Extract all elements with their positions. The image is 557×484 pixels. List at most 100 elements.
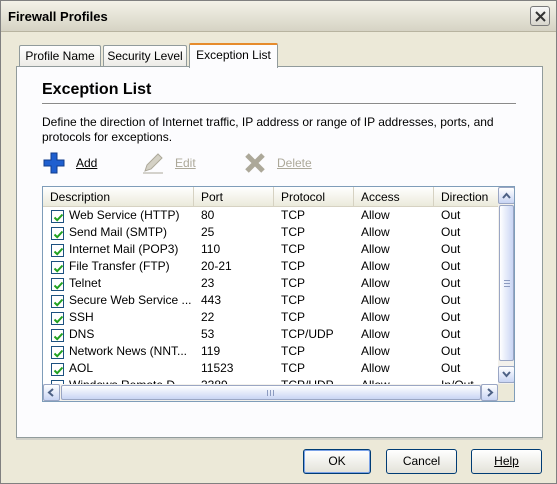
cell-direction: Out [441, 242, 461, 256]
checkmark-icon [53, 366, 64, 375]
cell-access: Allow [361, 242, 390, 256]
cell-protocol: TCP [281, 293, 305, 307]
row-checkbox[interactable] [51, 227, 64, 240]
cell-direction: Out [441, 310, 461, 324]
row-checkbox[interactable] [51, 312, 64, 325]
pencil-icon [141, 151, 165, 175]
checkmark-icon [53, 264, 64, 273]
cell-access: Allow [361, 225, 390, 239]
cell-port: 20-21 [201, 259, 232, 273]
tab-profile-name[interactable]: Profile Name [19, 45, 101, 67]
scroll-down-button[interactable] [498, 366, 514, 383]
cancel-button[interactable]: Cancel [386, 449, 457, 474]
cell-port: 11523 [201, 361, 234, 375]
table-row[interactable]: Network News (NNT... 119 TCP Allow Out [43, 343, 498, 360]
firewall-profiles-dialog: Firewall Profiles Profile Name Security … [0, 0, 557, 484]
table-row[interactable]: AOL 11523 TCP Allow Out [43, 360, 498, 377]
cell-port: 110 [201, 242, 221, 256]
help-button[interactable]: Help [471, 449, 542, 474]
table-header: Description Port Protocol Access Directi… [43, 187, 504, 207]
table-row[interactable]: Telnet 23 TCP Allow Out [43, 275, 498, 292]
tab-exception-list[interactable]: Exception List [189, 43, 278, 68]
cell-direction: Out [441, 259, 461, 273]
add-label: Add [76, 156, 98, 170]
cell-access: Allow [361, 276, 390, 290]
cell-protocol: TCP/UDP [281, 327, 334, 341]
ok-button[interactable]: OK [303, 449, 371, 474]
horizontal-scroll-thumb[interactable] [61, 385, 481, 400]
chevron-up-icon [502, 192, 511, 199]
cell-description: SSH [69, 310, 94, 324]
chevron-right-icon [487, 388, 494, 397]
column-header-direction[interactable]: Direction [434, 187, 504, 207]
cell-access: Allow [361, 327, 390, 341]
tab-label: Security Level [107, 49, 183, 63]
checkmark-icon [53, 213, 64, 222]
scrollbar-corner [498, 384, 514, 401]
exception-list-table[interactable]: Description Port Protocol Access Directi… [42, 186, 515, 402]
checkmark-icon [53, 281, 64, 290]
panel-divider [16, 438, 543, 440]
cell-protocol: TCP [281, 259, 305, 273]
checkmark-icon [53, 247, 64, 256]
table-row[interactable]: Secure Web Service ... 443 TCP Allow Out [43, 292, 498, 309]
close-button[interactable] [530, 6, 550, 26]
cell-port: 443 [201, 293, 222, 307]
table-row[interactable]: DNS 53 TCP/UDP Allow Out [43, 326, 498, 343]
row-checkbox[interactable] [51, 363, 64, 376]
tab-security-level[interactable]: Security Level [103, 45, 187, 67]
cell-direction: Out [441, 276, 461, 290]
scroll-right-button[interactable] [481, 384, 498, 401]
cell-access: Allow [361, 259, 390, 273]
cell-description: Web Service (HTTP) [69, 208, 180, 222]
row-checkbox[interactable] [51, 278, 64, 291]
table-row[interactable]: Send Mail (SMTP) 25 TCP Allow Out [43, 224, 498, 241]
cell-protocol: TCP [281, 242, 305, 256]
close-icon [535, 11, 546, 22]
column-header-access[interactable]: Access [354, 187, 434, 207]
horizontal-scrollbar[interactable] [43, 384, 498, 401]
vertical-scroll-thumb[interactable] [499, 205, 514, 361]
delete-x-icon [243, 151, 267, 175]
table-row[interactable]: SSH 22 TCP Allow Out [43, 309, 498, 326]
scroll-up-button[interactable] [498, 187, 514, 204]
cell-direction: Out [441, 344, 461, 358]
cell-direction: Out [441, 327, 461, 341]
cell-description: Internet Mail (POP3) [69, 242, 179, 256]
row-checkbox[interactable] [51, 295, 64, 308]
row-checkbox[interactable] [51, 346, 64, 359]
cell-port: 119 [201, 344, 221, 358]
row-checkbox[interactable] [51, 329, 64, 342]
cell-direction: Out [441, 361, 461, 375]
cell-port: 80 [201, 208, 215, 222]
cell-direction: Out [441, 208, 461, 222]
cell-port: 25 [201, 225, 215, 239]
title-bar[interactable]: Firewall Profiles [1, 1, 556, 32]
checkmark-icon [53, 349, 64, 358]
tab-label: Exception List [196, 48, 271, 62]
column-header-description[interactable]: Description [43, 187, 194, 207]
cell-access: Allow [361, 344, 390, 358]
cell-port: 22 [201, 310, 215, 324]
cell-description: Secure Web Service ... [69, 293, 191, 307]
column-header-protocol[interactable]: Protocol [274, 187, 354, 207]
delete-label: Delete [277, 156, 312, 170]
chevron-left-icon [47, 388, 54, 397]
cell-description: Telnet [69, 276, 102, 290]
edit-button[interactable]: Edit [141, 151, 196, 175]
column-header-port[interactable]: Port [194, 187, 274, 207]
checkmark-icon [53, 332, 64, 341]
add-button[interactable]: Add [42, 151, 97, 175]
row-checkbox[interactable] [51, 261, 64, 274]
row-checkbox[interactable] [51, 244, 64, 257]
scroll-left-button[interactable] [43, 384, 60, 401]
section-description: Define the direction of Internet traffic… [42, 115, 494, 144]
delete-button[interactable]: Delete [243, 151, 312, 175]
table-row[interactable]: File Transfer (FTP) 20-21 TCP Allow Out [43, 258, 498, 275]
cell-access: Allow [361, 208, 390, 222]
table-row[interactable]: Internet Mail (POP3) 110 TCP Allow Out [43, 241, 498, 258]
row-checkbox[interactable] [51, 210, 64, 223]
cell-protocol: TCP [281, 276, 305, 290]
vertical-scrollbar[interactable] [498, 187, 514, 384]
table-row[interactable]: Web Service (HTTP) 80 TCP Allow Out [43, 207, 498, 224]
